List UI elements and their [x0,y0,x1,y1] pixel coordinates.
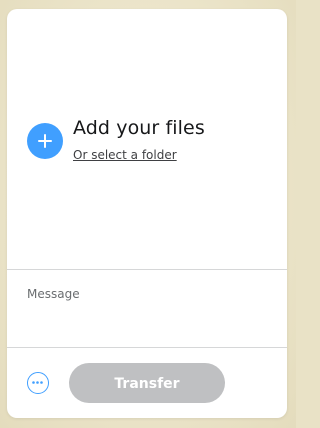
divider [7,347,287,348]
divider [7,269,287,270]
message-field[interactable] [27,287,267,327]
plus-icon [38,134,52,148]
transfer-panel: Add your files Or select a folder Transf… [7,9,287,418]
select-folder-link[interactable]: Or select a folder [73,148,177,162]
add-files-button[interactable] [27,123,63,159]
add-files-title[interactable]: Add your files [73,117,205,139]
transfer-button[interactable]: Transfer [69,363,225,403]
upload-dropzone[interactable]: Add your files Or select a folder [7,9,287,269]
more-horizontal-icon [32,381,43,384]
more-options-button[interactable] [27,372,49,394]
